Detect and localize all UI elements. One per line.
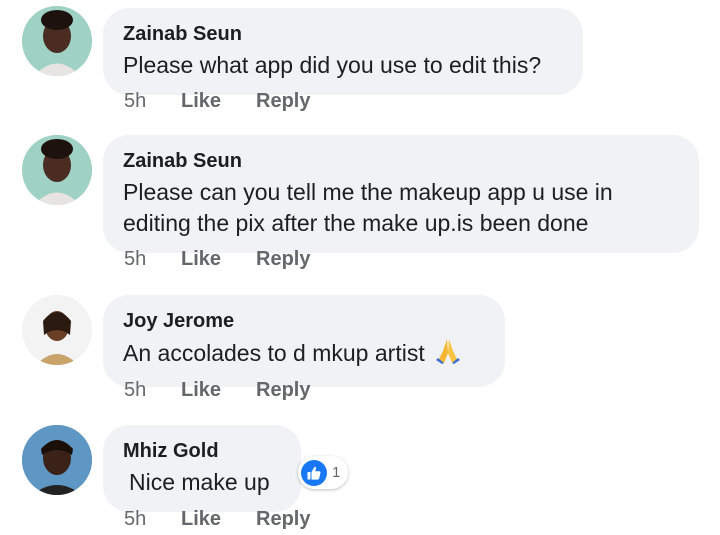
avatar[interactable] [22, 135, 92, 205]
like-link[interactable]: Like [181, 508, 221, 531]
avatar[interactable] [22, 295, 92, 365]
comment-author[interactable]: Mhiz Gold [123, 439, 281, 463]
comment-text: Please can you tell me the makeup app u … [123, 179, 613, 236]
comment-bubble: Zainab Seun Please what app did you use … [103, 8, 583, 95]
reaction-summary[interactable]: 1 [298, 456, 349, 489]
reply-link[interactable]: Reply [256, 379, 310, 402]
like-link[interactable]: Like [181, 248, 221, 271]
comment-time[interactable]: 5h [124, 248, 146, 271]
comment-bubble: Joy Jerome An accolades to d mkup artist [103, 295, 505, 387]
comment-text: Nice make up [129, 469, 270, 495]
comment-time[interactable]: 5h [124, 90, 146, 113]
comment-text: An accolades to d mkup artist [123, 337, 485, 373]
comment-text: Please what app did you use to edit this… [123, 52, 542, 78]
comment-author[interactable]: Zainab Seun [123, 22, 563, 46]
reply-link[interactable]: Reply [256, 248, 310, 271]
like-link[interactable]: Like [181, 90, 221, 113]
comment-time[interactable]: 5h [124, 379, 146, 402]
avatar[interactable] [22, 425, 92, 495]
folded-hands-icon [435, 337, 461, 373]
comment-bubble: Zainab Seun Please can you tell me the m… [103, 135, 699, 253]
comment-author[interactable]: Zainab Seun [123, 149, 679, 173]
reaction-count: 1 [332, 464, 341, 481]
thumbs-up-icon [301, 459, 327, 486]
avatar[interactable] [22, 6, 92, 76]
comment-author[interactable]: Joy Jerome [123, 309, 485, 333]
like-link[interactable]: Like [181, 379, 221, 402]
comment-time[interactable]: 5h [124, 508, 146, 531]
comment-text-content: An accolades to d mkup artist [123, 340, 425, 366]
reply-link[interactable]: Reply [256, 90, 310, 113]
comment-bubble: Mhiz Gold Nice make up [103, 425, 301, 512]
reply-link[interactable]: Reply [256, 508, 310, 531]
